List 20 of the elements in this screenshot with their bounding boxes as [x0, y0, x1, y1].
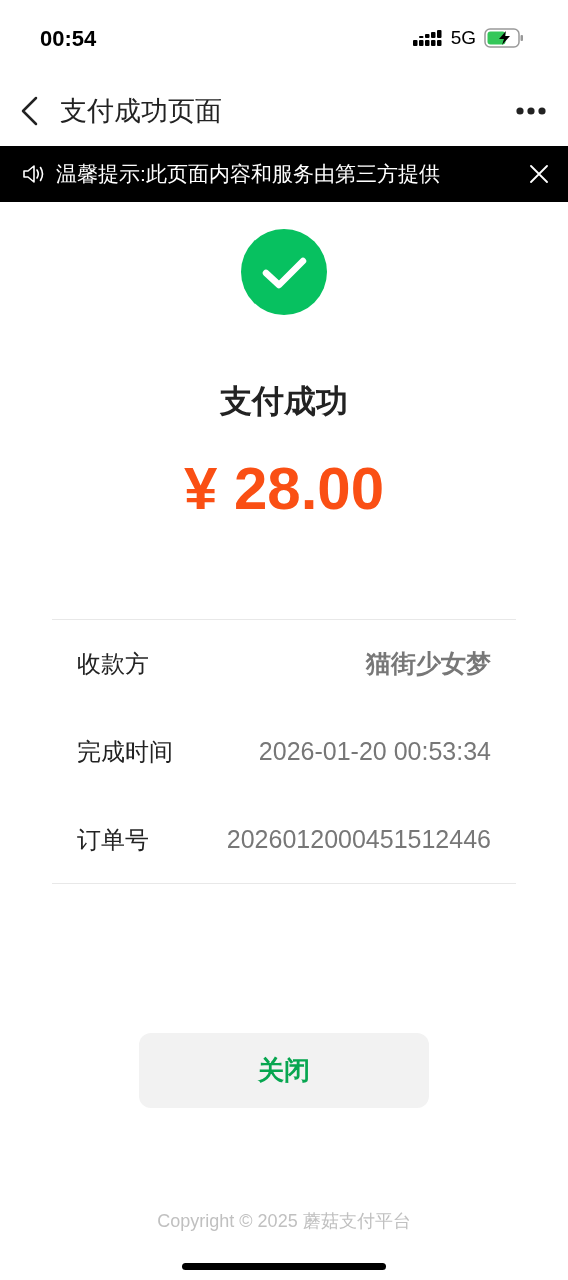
signal-icon: [412, 28, 443, 48]
more-icon[interactable]: [516, 107, 546, 115]
detail-value: 2026-01-20 00:53:34: [258, 736, 491, 768]
speaker-icon: [22, 164, 46, 184]
page-title: 支付成功页面: [60, 94, 222, 128]
battery-charging-icon: [484, 28, 524, 48]
detail-label: 收款方: [77, 649, 149, 679]
success-title: 支付成功: [220, 382, 348, 421]
detail-label: 完成时间: [77, 737, 173, 767]
detail-value: 猫街少女梦: [366, 648, 491, 680]
notice-text: 温馨提示:此页面内容和服务由第三方提供: [56, 161, 440, 188]
status-time: 00:54: [40, 24, 97, 53]
payment-amount: ¥ 28.00: [183, 459, 385, 519]
success-check-icon: [241, 229, 327, 315]
close-button[interactable]: 关闭: [139, 1033, 429, 1108]
detail-value: 2026012000451512446: [226, 823, 491, 855]
detail-label: 订单号: [77, 824, 149, 855]
close-icon[interactable]: [530, 165, 548, 183]
network-label: 5G: [450, 25, 476, 50]
copyright-text: Copyright © 2025 蘑菇支付平台: [157, 1210, 411, 1233]
